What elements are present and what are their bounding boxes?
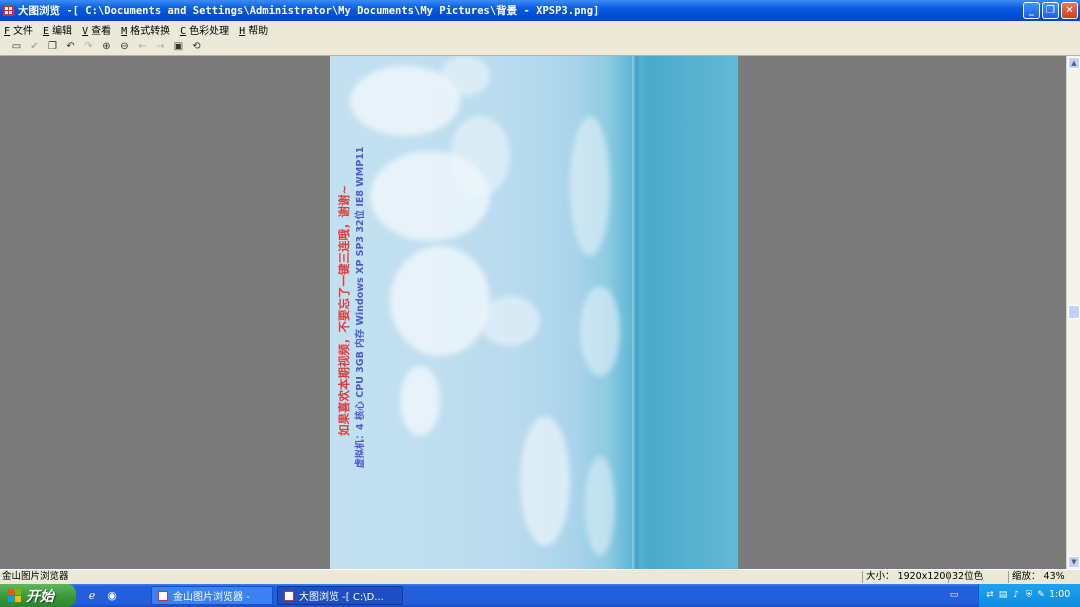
status-size: 大小： 1920x1200	[866, 571, 952, 582]
network-icon[interactable]: ⇄	[985, 590, 995, 600]
title-bar[interactable]: 大图浏览 -[ C:\Documents and Settings\Admini…	[0, 0, 1080, 21]
check-icon[interactable]: ✔	[27, 40, 42, 54]
scroll-down-icon[interactable]: ▼	[1068, 556, 1080, 568]
app-icon	[284, 590, 294, 601]
menu-edit[interactable]: E 编辑	[43, 22, 72, 37]
system-tray: ⇄ ▤ ♪ ⛨ ✎ 1:00	[978, 584, 1080, 607]
app-icon	[158, 590, 168, 601]
minimize-button[interactable]: _	[1023, 2, 1040, 19]
menu-bar: F 文件 E 编辑 V 查看 M 格式转换 C 色彩处理 H 帮助	[0, 21, 1080, 38]
display-icon[interactable]: ▤	[998, 590, 1008, 600]
prev-icon[interactable]: ←	[135, 40, 150, 54]
wallpaper-image: 如果喜欢本期视频，不要忘了一键三连哦，谢谢~ 虚拟机：4 核心 CPU 3GB …	[330, 56, 738, 569]
zoom-in-icon[interactable]: ⊕	[99, 40, 114, 54]
horizon-line	[632, 56, 641, 569]
zoom-out-icon[interactable]: ⊖	[117, 40, 132, 54]
task-kingsoft-viewer[interactable]: 金山图片浏览器 -	[151, 586, 273, 605]
toolbar: ▭ ✔ ❐ ↶ ↷ ⊕ ⊖ ← → ▣ ⟲	[0, 38, 1080, 56]
media-player-icon[interactable]: ◉	[105, 588, 119, 602]
menu-format-convert[interactable]: M 格式转换	[121, 22, 170, 37]
task-large-view[interactable]: 大图浏览 -[ C:\D...	[277, 586, 403, 605]
tray-expand-icon[interactable]: ▭	[947, 590, 961, 601]
caption-blue: 虚拟机：4 核心 CPU 3GB 内存 Windows XP SP3 32位 I…	[355, 146, 366, 468]
vertical-scrollbar[interactable]: ▲ ▼	[1066, 56, 1080, 569]
status-app-name: 金山图片浏览器	[2, 571, 69, 582]
quick-launch: ℯ ◉	[85, 588, 119, 602]
menu-view[interactable]: V 查看	[82, 22, 111, 37]
window-title: 大图浏览 -[ C:\Documents and Settings\Admini…	[18, 5, 600, 17]
redo-icon[interactable]: ↷	[81, 40, 96, 54]
undo-icon[interactable]: ↶	[63, 40, 78, 54]
clock[interactable]: 1:00	[1049, 589, 1070, 600]
ie-icon[interactable]: ℯ	[85, 588, 99, 602]
maximize-button[interactable]: ❐	[1042, 2, 1059, 19]
copy-icon[interactable]: ❐	[45, 40, 60, 54]
window-controls: _ ❐ ✕	[1023, 2, 1078, 19]
volume-icon[interactable]: ♪	[1011, 590, 1021, 600]
menu-file[interactable]: F 文件	[4, 22, 33, 37]
image-canvas[interactable]: 如果喜欢本期视频，不要忘了一键三连哦，谢谢~ 虚拟机：4 核心 CPU 3GB …	[0, 56, 1066, 569]
fit-window-icon[interactable]: ▣	[171, 40, 186, 54]
status-bar: 金山图片浏览器 大小： 1920x1200 32位色 缩放： 43%	[0, 569, 1080, 584]
taskbar: 开始 ℯ ◉ 金山图片浏览器 - 大图浏览 -[ C:\D... ▭ ⇄ ▤ ♪…	[0, 584, 1080, 607]
rotate-icon[interactable]: ⟲	[189, 40, 204, 54]
language-icon[interactable]: ✎	[1036, 590, 1046, 600]
caption-red: 如果喜欢本期视频，不要忘了一键三连哦，谢谢~	[337, 184, 351, 436]
select-icon[interactable]: ▭	[9, 40, 24, 54]
windows-flag-icon	[8, 589, 21, 602]
status-color-depth: 32位色	[952, 571, 984, 582]
next-icon[interactable]: →	[153, 40, 168, 54]
menu-help[interactable]: H 帮助	[239, 22, 268, 37]
close-button[interactable]: ✕	[1061, 2, 1078, 19]
start-button[interactable]: 开始	[0, 584, 76, 607]
menu-color-process[interactable]: C 色彩处理	[180, 22, 229, 37]
scroll-up-icon[interactable]: ▲	[1068, 57, 1080, 69]
scroll-thumb[interactable]	[1068, 305, 1080, 319]
status-zoom: 缩放： 43%	[1012, 571, 1065, 582]
app-icon[interactable]	[3, 5, 14, 16]
security-icon[interactable]: ⛨	[1024, 590, 1034, 600]
